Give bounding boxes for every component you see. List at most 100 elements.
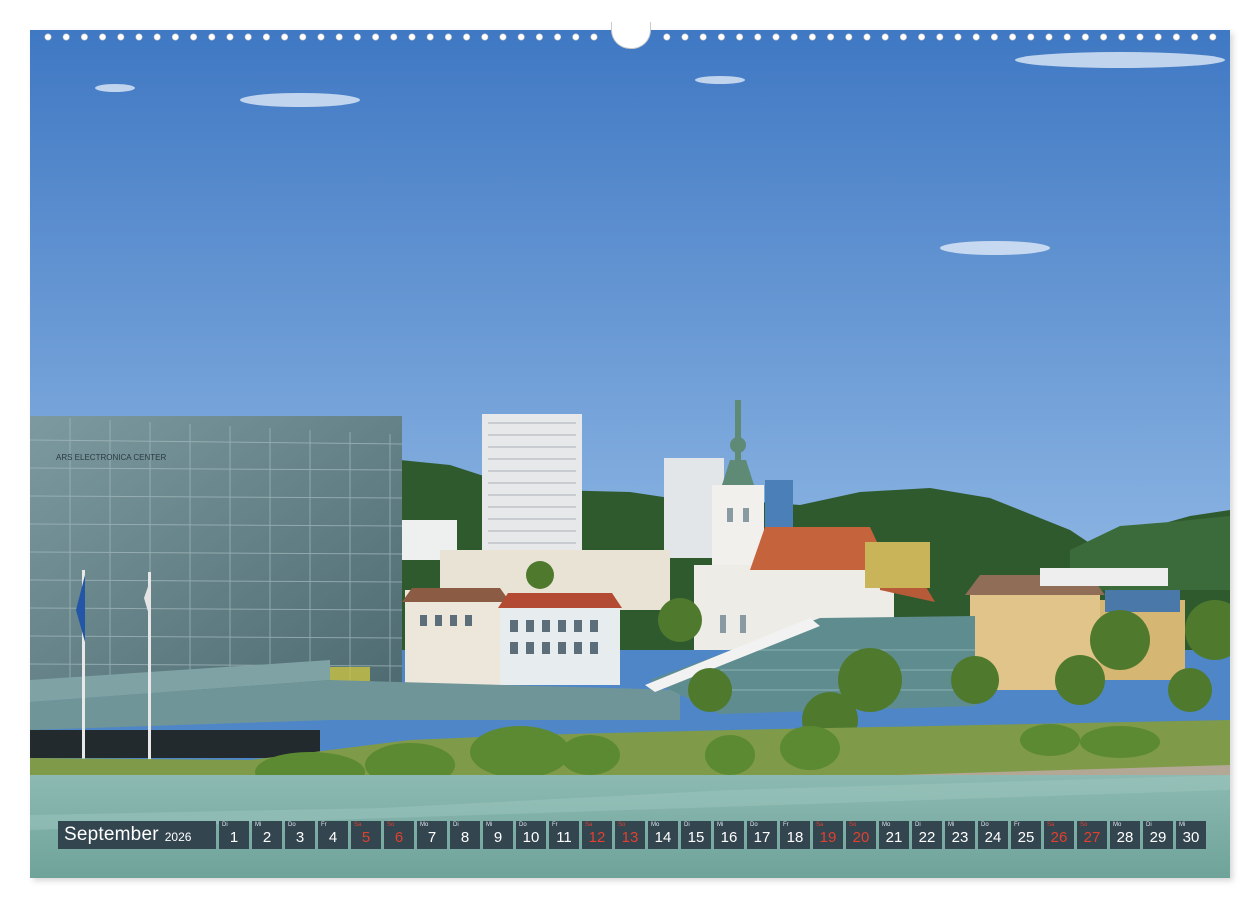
binding-hole — [572, 33, 580, 41]
day-number: 6 — [394, 829, 404, 846]
day-cell: Mo 7 — [417, 821, 447, 849]
binding-hole — [335, 33, 343, 41]
day-cell: Di 1 — [219, 821, 249, 849]
weekday-label: Do — [981, 822, 989, 828]
binding-hole — [845, 33, 853, 41]
binding-hole — [426, 33, 434, 41]
day-number: 17 — [753, 829, 771, 846]
weekday-label: Di — [453, 822, 459, 828]
month-label-box: September 2026 — [58, 821, 216, 849]
day-number: 22 — [918, 829, 936, 846]
binding-hole — [1154, 33, 1162, 41]
weekday-label: Sa — [585, 822, 593, 828]
day-cell: Sa 5 — [351, 821, 381, 849]
day-number: 21 — [885, 829, 903, 846]
weekday-label: Di — [915, 822, 921, 828]
binding-hole — [790, 33, 798, 41]
weekday-label: So — [618, 822, 626, 828]
day-cell: Do 17 — [747, 821, 777, 849]
day-cell: So 27 — [1077, 821, 1107, 849]
day-number: 15 — [687, 829, 705, 846]
binding-hole — [535, 33, 543, 41]
weekday-label: Mi — [255, 822, 262, 828]
binding-hole — [135, 33, 143, 41]
binding-hole — [153, 33, 161, 41]
binding-hole — [772, 33, 780, 41]
binding-hole — [990, 33, 998, 41]
weekday-label: Mi — [1179, 822, 1186, 828]
binding-hole — [681, 33, 689, 41]
city-photo: ARS ELECTRONICA CENTER — [30, 30, 1230, 878]
day-number: 18 — [786, 829, 804, 846]
weekday-label: Fr — [1014, 822, 1020, 828]
weekday-label: So — [1080, 822, 1088, 828]
weekday-label: Mi — [948, 822, 955, 828]
binding-hole — [408, 33, 416, 41]
binding-hole — [44, 33, 52, 41]
day-cell: So 20 — [846, 821, 876, 849]
binding-hole — [663, 33, 671, 41]
binding-hole — [827, 33, 835, 41]
binding-hole — [171, 33, 179, 41]
weekday-label: Di — [1146, 822, 1152, 828]
day-cell: Mi 2 — [252, 821, 282, 849]
day-number: 13 — [621, 829, 639, 846]
day-cell: Sa 12 — [582, 821, 612, 849]
binding-hole — [1063, 33, 1071, 41]
weekday-label: Sa — [816, 822, 824, 828]
day-number: 23 — [951, 829, 969, 846]
day-number: 5 — [361, 829, 371, 846]
weekday-label: Di — [222, 822, 228, 828]
binding-hole — [353, 33, 361, 41]
tower-block-left — [482, 414, 582, 564]
day-number: 19 — [819, 829, 837, 846]
day-number: 28 — [1116, 829, 1134, 846]
binding-hole — [80, 33, 88, 41]
day-cell: Di 8 — [450, 821, 480, 849]
binding-hole — [1100, 33, 1108, 41]
building-sign: ARS ELECTRONICA CENTER — [56, 453, 166, 462]
binding-hole — [1209, 33, 1217, 41]
weekday-label: Fr — [783, 822, 789, 828]
binding-hole — [499, 33, 507, 41]
binding-hole — [117, 33, 125, 41]
day-number: 3 — [295, 829, 305, 846]
day-cell: Mi 30 — [1176, 821, 1206, 849]
day-cell: Mo 21 — [879, 821, 909, 849]
day-cell: Fr 25 — [1011, 821, 1041, 849]
day-number: 16 — [720, 829, 738, 846]
binding-hole — [62, 33, 70, 41]
weekday-label: So — [849, 822, 857, 828]
binding-hole — [208, 33, 216, 41]
calendar-page: ARS ELECTRONICA CENTER September 2026 Di… — [0, 0, 1260, 908]
day-number: 7 — [427, 829, 437, 846]
day-cell: Mi 16 — [714, 821, 744, 849]
day-cell: Mo 14 — [648, 821, 678, 849]
binding-hole — [190, 33, 198, 41]
day-cell: Sa 19 — [813, 821, 843, 849]
day-number: 1 — [229, 829, 239, 846]
weekday-label: Di — [684, 822, 690, 828]
binding-hole — [1081, 33, 1089, 41]
day-cell: So 6 — [384, 821, 414, 849]
binding-hole — [1191, 33, 1199, 41]
weekday-label: Mi — [717, 822, 724, 828]
day-cell: Fr 18 — [780, 821, 810, 849]
binding-hole — [554, 33, 562, 41]
weekday-label: So — [387, 822, 395, 828]
calendar-strip: September 2026 Di 1 Mi 2 Do 3 Fr 4 Sa 5 So 6 Mo 7 Di 8 M… — [58, 821, 1206, 849]
day-cell: Do 3 — [285, 821, 315, 849]
weekday-label: Mo — [420, 822, 429, 828]
binding-hole — [1045, 33, 1053, 41]
weekday-label: Do — [519, 822, 527, 828]
binding-hole — [299, 33, 307, 41]
binding-hole — [881, 33, 889, 41]
weekday-label: Mi — [486, 822, 493, 828]
day-cell: Di 15 — [681, 821, 711, 849]
day-cell: Di 22 — [912, 821, 942, 849]
binding-hole — [444, 33, 452, 41]
year: 2026 — [164, 830, 192, 844]
binding-hole — [918, 33, 926, 41]
binding-hole — [317, 33, 325, 41]
binding-hole — [226, 33, 234, 41]
